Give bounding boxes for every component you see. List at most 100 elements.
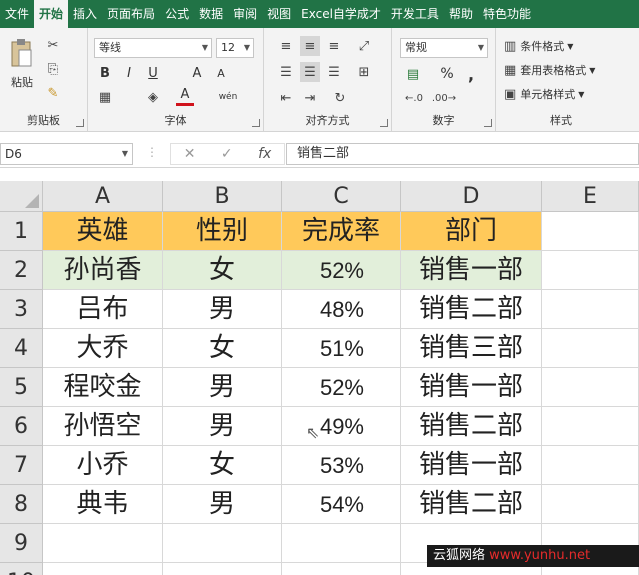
conditional-format-button[interactable]: ▥ 条件格式 ▼ [504, 36, 622, 56]
percent-button[interactable]: % [438, 64, 456, 84]
cell-b5[interactable]: 男 [163, 368, 282, 407]
cell-b9[interactable] [163, 524, 282, 563]
cancel-icon[interactable]: ✕ [184, 146, 196, 162]
cell-a5[interactable]: 程咬金 [43, 368, 163, 407]
cell-e4[interactable] [542, 329, 639, 368]
row-header[interactable]: 7 [0, 446, 43, 485]
cell-c5[interactable]: 52% [282, 368, 401, 407]
column-header-d[interactable]: D [401, 181, 542, 212]
bold-button[interactable]: B [96, 64, 114, 82]
row-header[interactable]: 9 [0, 524, 43, 563]
cell-e6[interactable] [542, 407, 639, 446]
clipboard-launcher-icon[interactable] [76, 119, 84, 127]
decrease-decimal-icon[interactable]: .00→ [432, 88, 456, 108]
row-header[interactable]: 10 [0, 563, 43, 575]
cell-b8[interactable]: 男 [163, 485, 282, 524]
cell-b6[interactable]: 男 [163, 407, 282, 446]
row-header[interactable]: 3 [0, 290, 43, 329]
cell-c2[interactable]: 52% [282, 251, 401, 290]
row-header[interactable]: 1 [0, 212, 43, 251]
cell-a7[interactable]: 小乔 [43, 446, 163, 485]
cell-c9[interactable] [282, 524, 401, 563]
accounting-format-icon[interactable]: ▤ [402, 64, 424, 84]
cell-a4[interactable]: 大乔 [43, 329, 163, 368]
phonetic-button[interactable]: wén [216, 88, 240, 106]
cell-a3[interactable]: 吕布 [43, 290, 163, 329]
merge-center-icon[interactable]: ⊞ [354, 62, 374, 82]
column-header-c[interactable]: C [282, 181, 401, 212]
menu-tab[interactable]: 公式 [160, 0, 194, 28]
increase-indent-icon[interactable]: ⇥ [300, 88, 320, 108]
cell-d8[interactable]: 销售二部 [401, 485, 542, 524]
border-icon[interactable]: ▦ [96, 88, 114, 106]
paste-button[interactable] [6, 34, 36, 72]
orientation-icon[interactable]: ⤢ [354, 36, 374, 56]
menu-tab[interactable]: 文件 [0, 0, 34, 28]
cell-e3[interactable] [542, 290, 639, 329]
menu-tab[interactable]: 插入 [68, 0, 102, 28]
shrink-font-button[interactable]: A [212, 64, 230, 82]
menu-tab[interactable]: 审阅 [228, 0, 262, 28]
cell-a2[interactable]: 孙尚香 [43, 251, 163, 290]
align-middle-icon[interactable]: ≡ [300, 36, 320, 56]
menu-tab[interactable]: Excel自学成才 [296, 0, 386, 28]
font-launcher-icon[interactable] [252, 119, 260, 127]
cell-b2[interactable]: 女 [163, 251, 282, 290]
copy-icon[interactable]: ⎘ [44, 60, 62, 78]
menu-tab[interactable]: 开始 [34, 0, 69, 28]
align-top-icon[interactable]: ≡ [276, 36, 296, 56]
cell-c6[interactable]: 49% [282, 407, 401, 446]
menu-tab[interactable]: 数据 [194, 0, 228, 28]
column-header-e[interactable]: E [542, 181, 639, 212]
align-left-icon[interactable]: ☰ [276, 62, 296, 82]
column-header-b[interactable]: B [163, 181, 282, 212]
underline-button[interactable]: U [144, 64, 162, 82]
row-header[interactable]: 2 [0, 251, 43, 290]
cell-d5[interactable]: 销售一部 [401, 368, 542, 407]
cell-styles-button[interactable]: ▣ 单元格样式 ▼ [504, 84, 622, 104]
format-as-table-button[interactable]: ▦ 套用表格格式 ▼ [504, 60, 626, 80]
grow-font-button[interactable]: A [188, 64, 206, 82]
cell-e8[interactable] [542, 485, 639, 524]
font-name-select[interactable]: 等线 ▼ [94, 38, 212, 58]
select-all-corner[interactable] [0, 181, 43, 212]
comma-button[interactable]: , [462, 64, 480, 84]
cell-b7[interactable]: 女 [163, 446, 282, 485]
row-header[interactable]: 8 [0, 485, 43, 524]
cell-b4[interactable]: 女 [163, 329, 282, 368]
cell-b1[interactable]: 性别 [163, 212, 282, 251]
cell-d2[interactable]: 销售一部 [401, 251, 542, 290]
cell-a6[interactable]: 孙悟空 [43, 407, 163, 446]
align-center-icon[interactable]: ☰ [300, 62, 320, 82]
cut-icon[interactable]: ✂ [44, 36, 62, 54]
cell-d6[interactable]: 销售二部 [401, 407, 542, 446]
cell-e7[interactable] [542, 446, 639, 485]
enter-icon[interactable]: ✓ [221, 146, 233, 162]
cell-b10[interactable] [163, 563, 282, 575]
cell-b3[interactable]: 男 [163, 290, 282, 329]
menu-tab[interactable]: 特色功能 [478, 0, 536, 28]
menu-tab[interactable]: 页面布局 [102, 0, 160, 28]
align-right-icon[interactable]: ☰ [324, 62, 344, 82]
increase-decimal-icon[interactable]: ←.0 [402, 88, 426, 108]
cell-a10[interactable] [43, 563, 163, 575]
decrease-indent-icon[interactable]: ⇤ [276, 88, 296, 108]
menu-tab[interactable]: 开发工具 [386, 0, 444, 28]
cell-e2[interactable] [542, 251, 639, 290]
cell-c10[interactable] [282, 563, 401, 575]
column-header-a[interactable]: A [43, 181, 163, 212]
cell-d3[interactable]: 销售二部 [401, 290, 542, 329]
cell-a9[interactable] [43, 524, 163, 563]
cell-c8[interactable]: 54% [282, 485, 401, 524]
format-painter-icon[interactable]: ✎ [44, 84, 62, 102]
alignment-launcher-icon[interactable] [380, 119, 388, 127]
insert-function-icon[interactable]: fx [258, 146, 271, 162]
cell-e5[interactable] [542, 368, 639, 407]
cell-d4[interactable]: 销售三部 [401, 329, 542, 368]
formula-input[interactable]: 销售二部 [286, 143, 639, 165]
cell-c4[interactable]: 51% [282, 329, 401, 368]
menu-tab[interactable]: 视图 [262, 0, 296, 28]
number-launcher-icon[interactable] [484, 119, 492, 127]
font-size-select[interactable]: 12 ▼ [216, 38, 254, 58]
italic-button[interactable]: I [120, 64, 138, 82]
